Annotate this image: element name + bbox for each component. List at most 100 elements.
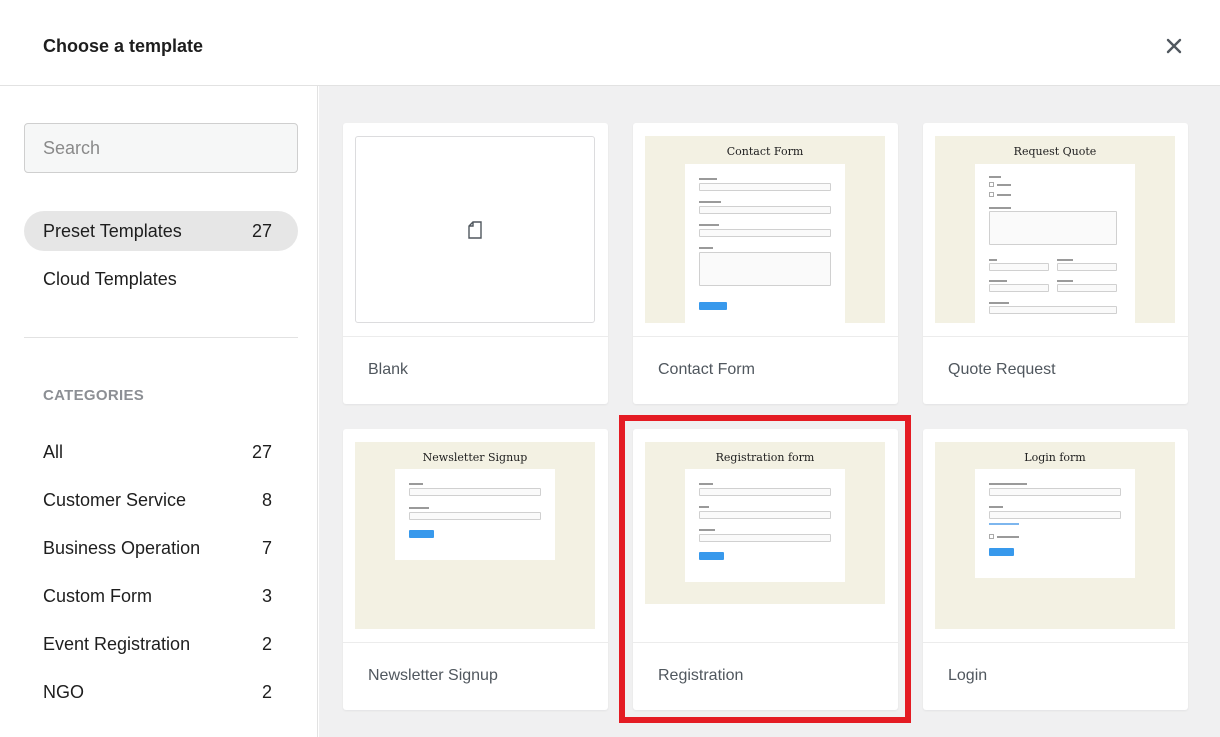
template-name: Login bbox=[948, 667, 988, 684]
template-name: Newsletter Signup bbox=[368, 667, 498, 684]
template-preview: Request Quote bbox=[935, 136, 1175, 323]
category-customer-service[interactable]: Customer Service 8 bbox=[43, 490, 272, 511]
template-preview bbox=[355, 136, 595, 323]
preview-link bbox=[989, 523, 1019, 525]
preview-form-card bbox=[685, 164, 845, 323]
template-card-newsletter-signup[interactable]: Newsletter Signup Newsletter Signup bbox=[343, 429, 608, 710]
preview-input bbox=[409, 512, 541, 520]
category-label: Event Registration bbox=[43, 634, 191, 654]
preview-label bbox=[989, 506, 1003, 508]
search-input[interactable] bbox=[24, 123, 298, 173]
template-name: Quote Request bbox=[948, 361, 1056, 378]
preview-input bbox=[989, 488, 1121, 496]
preview-input bbox=[699, 511, 831, 519]
preview-label bbox=[699, 201, 721, 203]
preview-checkbox bbox=[989, 182, 994, 187]
template-grid: Blank Contact Form Contact Form Request … bbox=[319, 86, 1220, 737]
preview-button bbox=[699, 302, 727, 310]
preview-label bbox=[699, 247, 713, 249]
sidebar: Preset Templates 27 Cloud Templates CATE… bbox=[6, 86, 318, 737]
preview-label bbox=[989, 176, 1001, 178]
preview-label bbox=[409, 507, 429, 509]
preview-form-card bbox=[975, 164, 1135, 323]
nav-label: Cloud Templates bbox=[43, 268, 177, 289]
preview-button bbox=[989, 548, 1014, 556]
preview-title: Request Quote bbox=[1013, 145, 1097, 158]
template-name: Contact Form bbox=[658, 361, 755, 378]
category-label: Business Operation bbox=[43, 538, 201, 558]
preview-textarea bbox=[699, 252, 831, 286]
template-card-blank[interactable]: Blank bbox=[343, 123, 608, 404]
category-count: 8 bbox=[261, 490, 272, 510]
preview-label bbox=[989, 302, 1009, 304]
close-button[interactable] bbox=[1160, 32, 1188, 60]
preview-label bbox=[699, 529, 715, 531]
preview-input bbox=[699, 183, 831, 191]
template-preview: Newsletter Signup bbox=[355, 442, 595, 629]
card-divider bbox=[633, 336, 898, 337]
preview-form-card bbox=[975, 469, 1135, 578]
nav-count: 27 bbox=[251, 220, 272, 241]
preview-title: Newsletter Signup bbox=[422, 451, 528, 464]
preview-input bbox=[409, 488, 541, 496]
preview-checkbox bbox=[989, 534, 994, 539]
preview-title: Contact Form bbox=[726, 145, 804, 158]
preview-label bbox=[997, 536, 1019, 538]
preview-label bbox=[1057, 259, 1073, 261]
preview-label bbox=[699, 178, 717, 180]
category-event-registration[interactable]: Event Registration 2 bbox=[43, 634, 272, 655]
preview-label bbox=[997, 194, 1011, 196]
preview-label bbox=[989, 280, 1007, 282]
category-label: Custom Form bbox=[43, 586, 153, 606]
category-count: 3 bbox=[261, 586, 272, 606]
template-preview: Login form bbox=[935, 442, 1175, 629]
template-preview: Registration form bbox=[645, 442, 885, 604]
page-icon bbox=[468, 220, 482, 239]
card-divider bbox=[343, 642, 608, 643]
template-card-quote-request[interactable]: Request Quote Quote Request bbox=[923, 123, 1188, 404]
preview-label bbox=[989, 483, 1027, 485]
category-label: Customer Service bbox=[43, 490, 187, 510]
preview-label bbox=[699, 224, 719, 226]
preview-input bbox=[989, 511, 1121, 519]
template-card-contact-form[interactable]: Contact Form Contact Form bbox=[633, 123, 898, 404]
category-count: 2 bbox=[261, 634, 272, 654]
preview-input bbox=[699, 534, 831, 542]
template-name: Blank bbox=[368, 361, 409, 378]
nav-cloud-templates[interactable]: Cloud Templates bbox=[24, 259, 298, 299]
preview-input bbox=[1057, 263, 1117, 271]
preview-form-card bbox=[395, 469, 555, 560]
preview-form-card bbox=[685, 469, 845, 582]
template-card-registration[interactable]: Registration form Registration bbox=[633, 429, 898, 710]
nav-preset-templates[interactable]: Preset Templates 27 bbox=[24, 211, 298, 251]
category-business-operation[interactable]: Business Operation 7 bbox=[43, 538, 272, 559]
category-ngo[interactable]: NGO 2 bbox=[43, 682, 272, 703]
preview-input bbox=[1057, 284, 1117, 292]
preview-title: Registration form bbox=[715, 451, 815, 464]
preview-label bbox=[997, 184, 1011, 186]
modal-header: Choose a template bbox=[0, 0, 1220, 86]
card-divider bbox=[923, 336, 1188, 337]
preview-input bbox=[699, 229, 831, 237]
preview-textarea bbox=[989, 211, 1117, 245]
category-all[interactable]: All 27 bbox=[43, 442, 272, 463]
preview-input bbox=[699, 488, 831, 496]
card-divider bbox=[633, 642, 898, 643]
sidebar-divider bbox=[24, 337, 298, 338]
preview-label bbox=[699, 506, 709, 508]
modal-title: Choose a template bbox=[43, 36, 204, 56]
category-custom-form[interactable]: Custom Form 3 bbox=[43, 586, 272, 607]
template-preview: Contact Form bbox=[645, 136, 885, 323]
category-count: 7 bbox=[261, 538, 272, 558]
preview-input bbox=[989, 263, 1049, 271]
preview-button bbox=[409, 530, 434, 538]
nav-label: Preset Templates bbox=[43, 220, 182, 241]
preview-title: Login form bbox=[1024, 451, 1086, 464]
preview-label bbox=[699, 483, 713, 485]
preview-input bbox=[699, 206, 831, 214]
preview-input bbox=[989, 306, 1117, 314]
close-icon bbox=[1166, 38, 1182, 54]
preview-label bbox=[1057, 280, 1073, 282]
preview-button bbox=[699, 552, 724, 560]
template-card-login[interactable]: Login form Login bbox=[923, 429, 1188, 710]
